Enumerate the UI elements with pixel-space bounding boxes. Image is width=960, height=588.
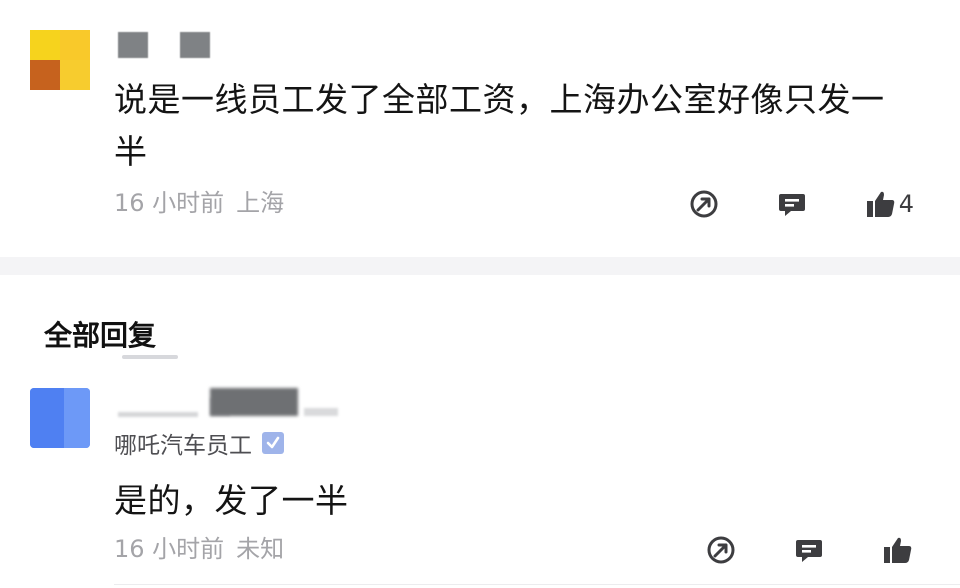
comment-icon: [777, 189, 807, 219]
comment-body: 说是一线员工发了全部工资，上海办公室好像只发一半: [114, 80, 885, 171]
avatar-pixel: [64, 388, 90, 448]
comment-icon: [794, 535, 824, 565]
redaction-block: [118, 412, 198, 417]
avatar-pixel: [30, 30, 60, 60]
section-divider: [0, 257, 960, 275]
commenter-avatar[interactable]: [30, 30, 90, 90]
thumbs-up-icon: [882, 535, 914, 565]
share-icon: [706, 535, 736, 565]
comment-time: 16 小时前: [114, 189, 225, 217]
reply-location: 未知: [236, 535, 285, 563]
reply-time: 16 小时前: [114, 535, 225, 563]
like-count: 4: [898, 190, 914, 218]
reply-like-button[interactable]: [882, 535, 914, 565]
reply-button[interactable]: [777, 189, 807, 219]
avatar-pixel: [30, 388, 64, 448]
thumbs-up-icon: [865, 189, 897, 219]
comment-location: 上海: [236, 189, 285, 217]
replier-avatar[interactable]: [30, 388, 90, 448]
avatar-pixel: [30, 60, 60, 90]
reply-body: 是的，发了一半: [114, 481, 349, 520]
comment-meta: 16 小时前 上海: [114, 183, 284, 218]
replies-title-underline: [122, 355, 178, 359]
redaction-block: [210, 388, 298, 416]
replies-section-title: 全部回复: [44, 319, 157, 352]
share-button[interactable]: [689, 189, 719, 219]
replier-name-redacted[interactable]: [118, 388, 338, 418]
share-icon: [689, 189, 719, 219]
verified-check-icon: [262, 432, 284, 454]
redaction-block: [304, 408, 338, 416]
reply-separator: [114, 584, 960, 585]
reply-comment-button[interactable]: [794, 535, 824, 565]
commenter-name-redacted[interactable]: [118, 30, 214, 60]
replier-company-label: 哪吒汽车员工: [114, 433, 252, 459]
replier-company: 哪吒汽车员工: [114, 426, 284, 460]
reply-actions: [706, 530, 914, 570]
redaction-block: [118, 32, 148, 58]
reply-meta: 16 小时前 未知: [114, 529, 284, 564]
like-button[interactable]: 4: [865, 189, 914, 219]
comment-thread-page: 说是一线员工发了全部工资，上海办公室好像只发一半 16 小时前 上海 4 全部回…: [0, 0, 960, 588]
redaction-block: [180, 32, 210, 58]
reply-share-button[interactable]: [706, 535, 736, 565]
avatar-pixel: [60, 30, 90, 60]
avatar-pixel: [60, 60, 90, 90]
comment-actions: 4: [689, 184, 914, 224]
